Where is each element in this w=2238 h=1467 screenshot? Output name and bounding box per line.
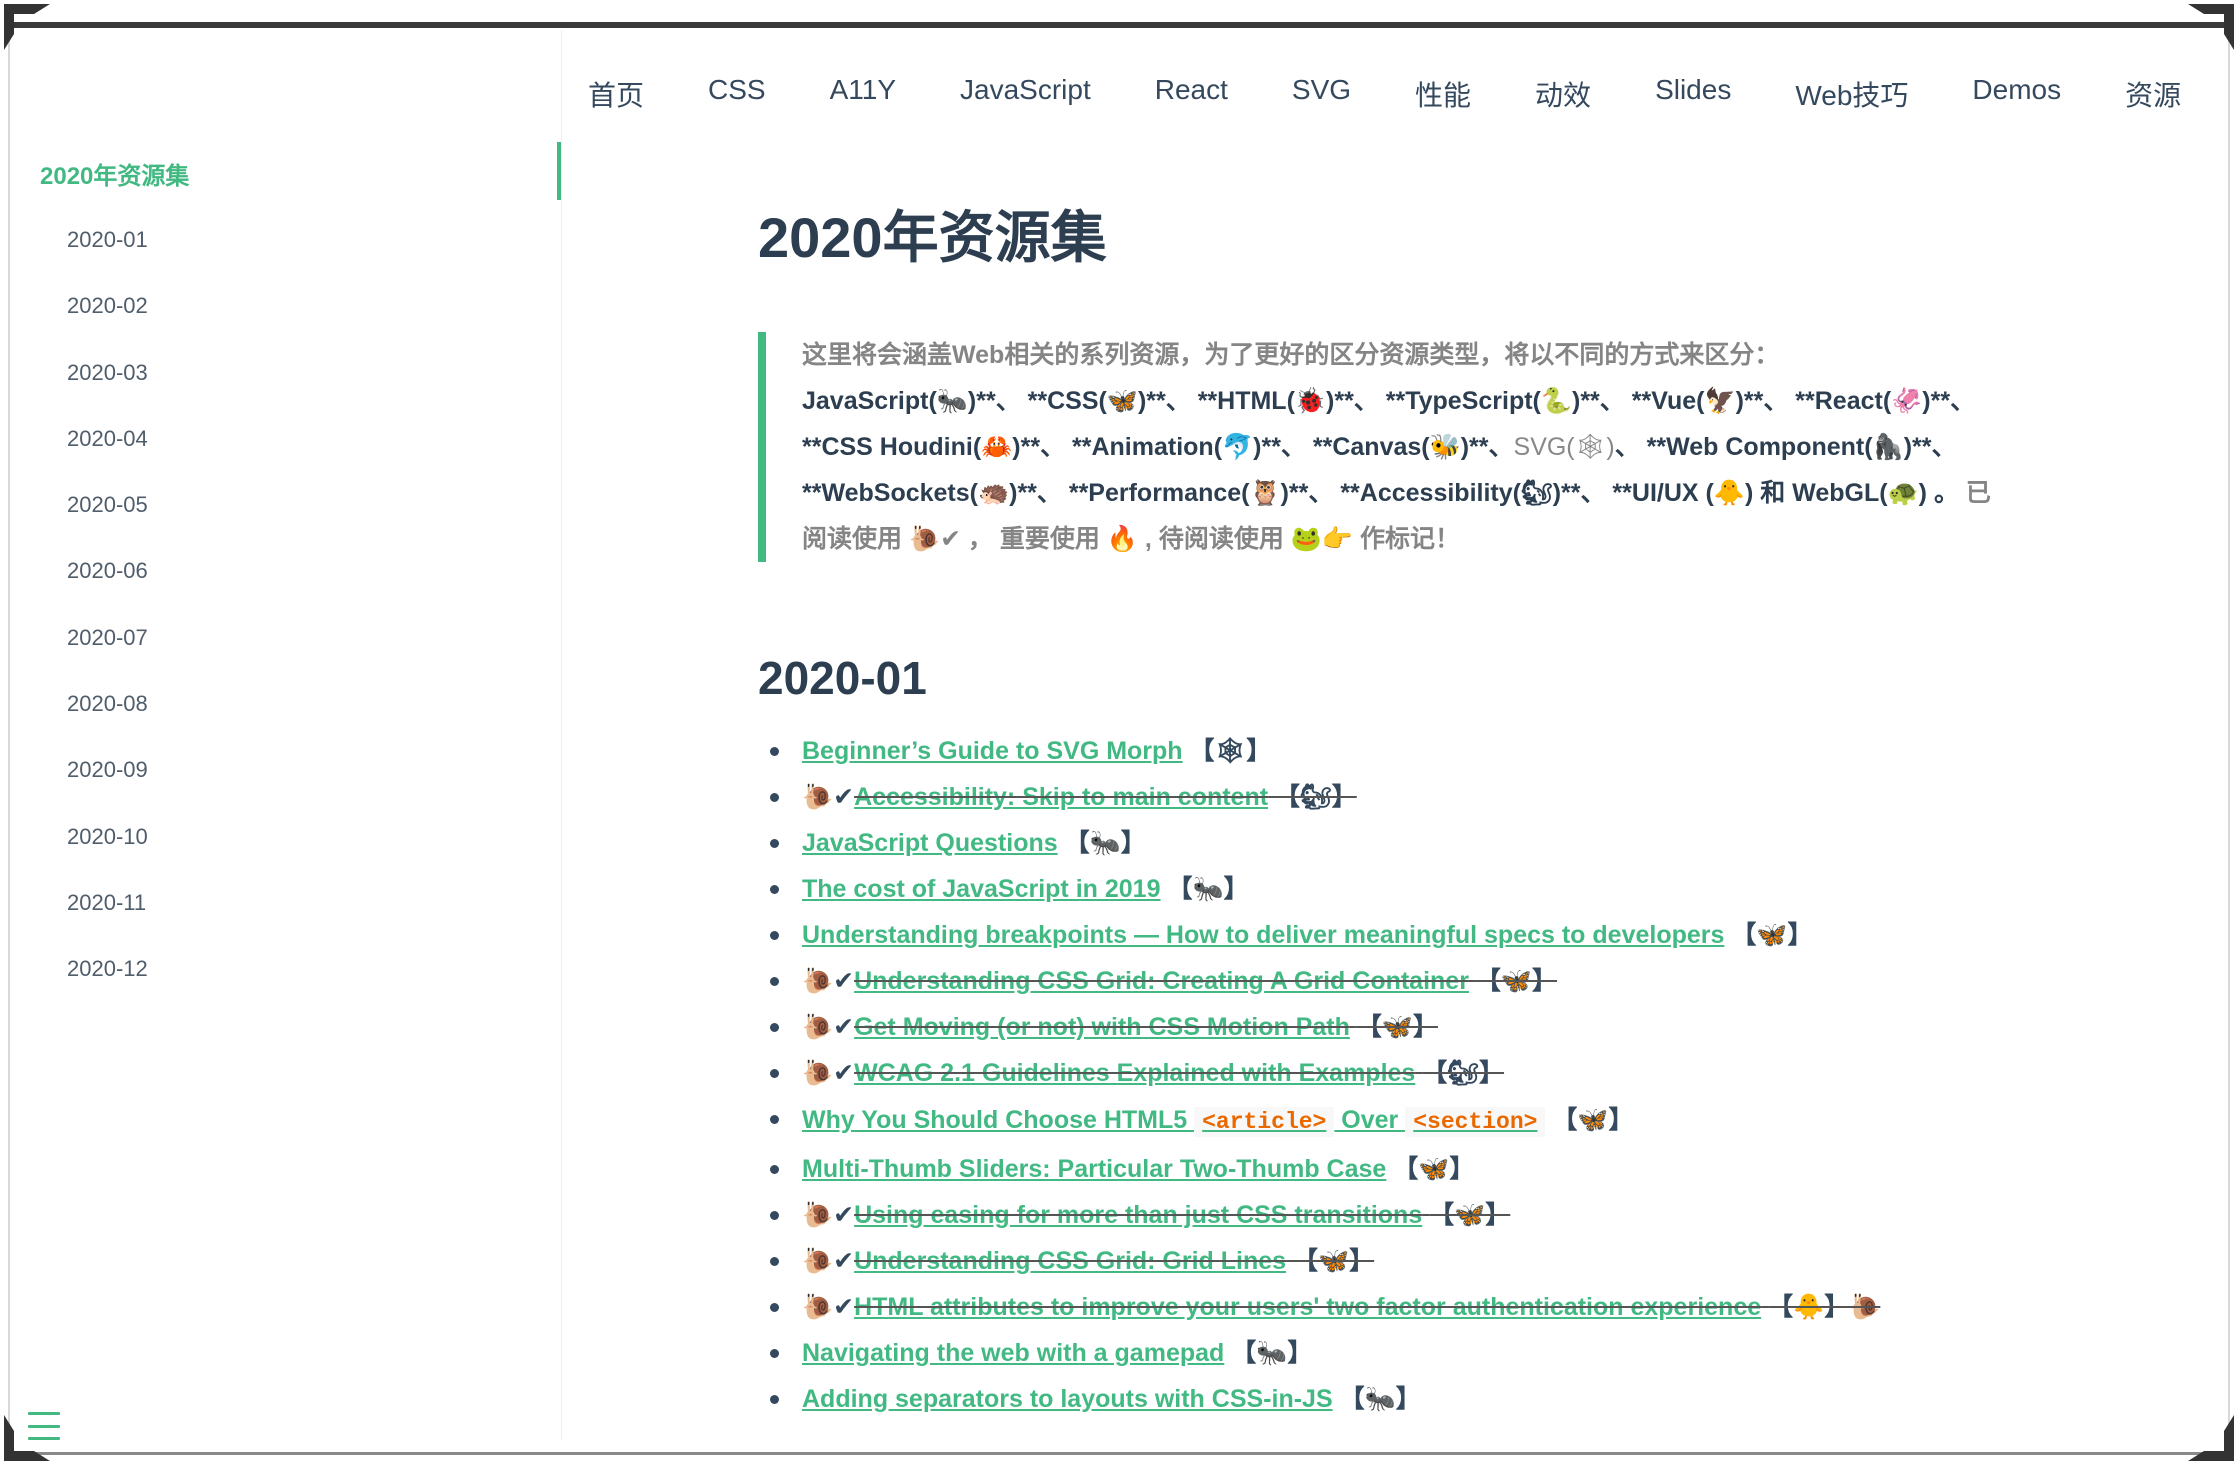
resource-link[interactable]: Using easing for more than just CSS tran… [854,1201,1422,1229]
nav-demos[interactable]: Demos [1972,74,2061,114]
window-frame-right [2228,22,2230,1455]
nav-resources[interactable]: 资源 [2125,74,2181,114]
intro-line: **WebSockets(🦔)**、 **Performance(🦉)**、 *… [802,479,1991,507]
resource-link[interactable]: Why You Should Choose HTML5 <article> Ov… [802,1106,1546,1137]
nav-svg[interactable]: SVG [1292,74,1351,114]
resource-link[interactable]: HTML attributes to improve your users' t… [854,1293,1761,1321]
intro-line: **CSS Houdini(🦀)**、 **Animation(🐬)**、 **… [802,433,1957,461]
list-item: 🐌✔HTML attributes to improve your users'… [758,1284,2028,1330]
list-item: Multi-Thumb Sliders: Particular Two-Thum… [758,1146,2028,1192]
corner-handle-icon[interactable] [2188,4,2234,50]
intro-line: 阅读使用 🐌✔ ， 重要使用 🔥 , 待阅读使用 🐸👉 作标记！ [802,525,1460,553]
list-item: Navigating the web with a gamepad 【🐜】 [758,1330,2028,1376]
nav-web-tips[interactable]: Web技巧 [1795,74,1908,114]
sidebar-item-2020-10[interactable]: 2020-10 [67,807,148,873]
resource-link[interactable]: Adding separators to layouts with CSS-in… [802,1385,1333,1413]
sidebar-item-2020-11[interactable]: 2020-11 [67,873,148,939]
sidebar-item-2020-08[interactable]: 2020-08 [67,674,148,740]
intro-line: JavaScript(🐜)**、 **CSS(🦋)**、 **HTML(🐞)**… [802,387,1976,415]
nav-performance[interactable]: 性能 [1415,74,1471,114]
resource-link[interactable]: Multi-Thumb Sliders: Particular Two-Thum… [802,1155,1386,1183]
list-item: 🐌✔Understanding CSS Grid: Creating A Gri… [758,958,2028,1004]
sidebar-item-2020-02[interactable]: 2020-02 [67,276,148,342]
code-section: <section> [1405,1107,1546,1137]
code-article: <article> [1194,1107,1335,1137]
list-item: JavaScript Questions 【🐜】 [758,820,2028,866]
list-item: Beginner’s Guide to SVG Morph 【🕸】 [758,728,2028,774]
corner-handle-icon[interactable] [2188,1415,2234,1461]
main-content: 2020年资源集 这里将会涵盖Web相关的系列资源，为了更好的区分资源类型，将以… [758,200,2028,1422]
resource-link[interactable]: JavaScript Questions [802,829,1058,857]
list-item: 🐌✔Understanding CSS Grid: Grid Lines 【🦋】 [758,1238,2028,1284]
list-item: Adding separators to layouts with CSS-in… [758,1376,2028,1422]
sidebar-item-2020-12[interactable]: 2020-12 [67,939,148,1005]
nav-home[interactable]: 首页 [588,74,644,114]
sidebar-list: 2020-01 2020-02 2020-03 2020-04 2020-05 … [67,210,148,1006]
sidebar-item-2020-09[interactable]: 2020-09 [67,740,148,806]
resource-link[interactable]: Understanding breakpoints — How to deliv… [802,921,1724,949]
resource-link[interactable]: Accessibility: Skip to main content [854,783,1268,811]
resource-link[interactable]: Beginner’s Guide to SVG Morph [802,737,1183,765]
nav-animation[interactable]: 动效 [1535,74,1591,114]
nav-slides[interactable]: Slides [1655,74,1731,114]
resource-list: Beginner’s Guide to SVG Morph 【🕸】 🐌✔Acce… [758,728,2028,1422]
resource-link[interactable]: Get Moving (or not) with CSS Motion Path [854,1013,1350,1041]
top-nav: 首页 CSS A11Y JavaScript React SVG 性能 动效 S… [588,74,2181,114]
list-item: 🐌✔WCAG 2.1 Guidelines Explained with Exa… [758,1050,2028,1096]
sidebar-item-2020-05[interactable]: 2020-05 [67,475,148,541]
section-heading: 2020-01 [758,652,927,704]
sidebar-item-2020-07[interactable]: 2020-07 [67,608,148,674]
sidebar-item-2020-01[interactable]: 2020-01 [67,210,148,276]
nav-react[interactable]: React [1155,74,1228,114]
svg-label: SVG(🕸) [1513,433,1615,461]
resource-link[interactable]: WCAG 2.1 Guidelines Explained with Examp… [854,1059,1415,1087]
nav-css[interactable]: CSS [708,74,766,114]
resource-link[interactable]: Navigating the web with a gamepad [802,1339,1224,1367]
list-item: The cost of JavaScript in 2019 【🐜】 [758,866,2028,912]
sidebar-item-active[interactable]: 2020年资源集 [40,142,561,200]
sidebar-toggle-icon[interactable] [28,1412,60,1440]
list-item: 🐌✔Using easing for more than just CSS tr… [758,1192,2028,1238]
window-frame-top [10,22,2228,28]
window-frame-bottom [10,1452,2228,1455]
list-item: 🐌✔Get Moving (or not) with CSS Motion Pa… [758,1004,2028,1050]
resource-link[interactable]: Understanding CSS Grid: Grid Lines [854,1247,1286,1275]
sidebar-item-2020-03[interactable]: 2020-03 [67,343,148,409]
sidebar-item-2020-06[interactable]: 2020-06 [67,541,148,607]
nav-javascript[interactable]: JavaScript [960,74,1091,114]
intro-line: 这里将会涵盖Web相关的系列资源，为了更好的区分资源类型，将以不同的方式来区分： [802,341,1780,369]
list-item: Why You Should Choose HTML5 <article> Ov… [758,1096,2028,1146]
list-item: Understanding breakpoints — How to deliv… [758,912,2028,958]
sidebar-item-2020-04[interactable]: 2020-04 [67,409,148,475]
nav-a11y[interactable]: A11Y [830,74,896,114]
resource-link[interactable]: Understanding CSS Grid: Creating A Grid … [854,967,1469,995]
sidebar: 2020年资源集 2020-01 2020-02 2020-03 2020-04… [10,30,562,1440]
sidebar-item-label: 2020年资源集 [40,163,190,190]
list-item: 🐌✔Accessibility: Skip to main content 【🐿… [758,774,2028,820]
page-title: 2020年资源集 [758,206,1107,269]
resource-link[interactable]: The cost of JavaScript in 2019 [802,875,1160,903]
intro-blockquote: 这里将会涵盖Web相关的系列资源，为了更好的区分资源类型，将以不同的方式来区分：… [758,332,2028,562]
